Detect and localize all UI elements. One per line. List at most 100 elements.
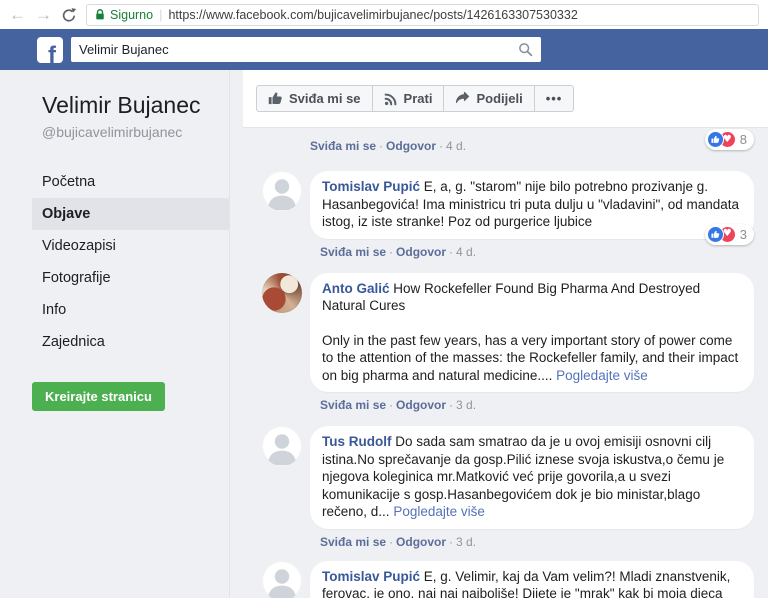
comment-text: Tomislav Pupić E, g. Velimir, kaj da Vam… (322, 569, 730, 598)
like-reaction-icon (707, 226, 724, 243)
see-more-link[interactable]: Pogledajte više (393, 504, 485, 519)
see-more-link[interactable]: Pogledajte više (556, 368, 648, 383)
comment-row: Anto Galić How Rockefeller Found Big Pha… (230, 273, 768, 415)
comment-row-partial: Sviđa mi se·Odgovor·4 d.♥8 (230, 138, 768, 155)
comment-like-link[interactable]: Sviđa mi se (320, 535, 386, 549)
like-reaction-icon (711, 135, 720, 144)
follow-button[interactable]: Prati (372, 85, 445, 112)
reaction-badge[interactable]: ♥3 (705, 224, 754, 245)
comment-timestamp: 3 d. (456, 535, 476, 549)
footer-separator: · (436, 139, 446, 153)
more-options-button[interactable]: ••• (534, 85, 575, 112)
facebook-header: f (0, 29, 768, 70)
comment-author[interactable]: Tomislav Pupić (322, 179, 420, 194)
reaction-count: 8 (740, 132, 747, 147)
footer-separator: · (376, 139, 386, 153)
comment-text: Anto Galić How Rockefeller Found Big Pha… (322, 281, 700, 314)
comment-reply-link[interactable]: Odgovor (396, 245, 446, 259)
page-handle: @bujicavelimirbujanec (0, 124, 229, 140)
comment-row: Tomislav Pupić E, g. Velimir, kaj da Vam… (230, 561, 768, 598)
sidebar-item-zajednica[interactable]: Zajednica (32, 326, 229, 358)
comment-timestamp: 4 d. (446, 139, 466, 153)
avatar[interactable] (262, 273, 302, 313)
comment-body: Tomislav Pupić E, a, g. "starom" nije bi… (310, 171, 754, 261)
comment-timestamp: 4 d. (456, 245, 476, 259)
like-button[interactable]: Sviđa mi se (256, 85, 373, 112)
comment-reply-link[interactable]: Odgovor (396, 535, 446, 549)
comment-like-link[interactable]: Sviđa mi se (320, 245, 386, 259)
default-avatar-icon (262, 561, 302, 598)
browser-toolbar: ← → Sigurno | https://www.facebook.com/b… (0, 0, 768, 29)
comment-text: Tomislav Pupić E, a, g. "starom" nije bi… (322, 179, 739, 229)
comment-row: Tus Rudolf Do sada sam smatrao da je u o… (230, 426, 768, 551)
footer-separator: · (446, 535, 456, 549)
comment-bubble: Tomislav Pupić E, g. Velimir, kaj da Vam… (310, 561, 754, 598)
sidebar-item-info[interactable]: Info (32, 294, 229, 326)
share-button[interactable]: Podijeli (443, 85, 534, 112)
footer-separator: · (386, 535, 396, 549)
address-bar[interactable]: Sigurno | https://www.facebook.com/bujic… (86, 4, 759, 26)
reload-icon[interactable] (61, 7, 77, 23)
comment-body: Anto Galić How Rockefeller Found Big Pha… (310, 273, 754, 415)
footer-separator: · (446, 245, 456, 259)
comment-reply-link[interactable]: Odgovor (396, 398, 446, 412)
avatar[interactable] (262, 171, 302, 211)
comment-like-link[interactable]: Sviđa mi se (320, 398, 386, 412)
comment-row: Tomislav Pupić E, a, g. "starom" nije bi… (230, 171, 768, 261)
comment-footer: Sviđa mi se·Odgovor·3 d. (320, 397, 754, 414)
comment-footer: Sviđa mi se·Odgovor·4 d. (310, 138, 466, 155)
comment-text-more: Only in the past few years, has a very i… (322, 332, 742, 385)
avatar[interactable] (262, 426, 302, 466)
comment-bubble: Tus Rudolf Do sada sam smatrao da je u o… (310, 426, 754, 529)
footer-separator: · (446, 398, 456, 412)
sidebar-item-videozapisi[interactable]: Videozapisi (32, 230, 229, 262)
sidebar-item-pocetna[interactable]: Početna (32, 166, 229, 198)
search-box (71, 37, 541, 62)
sidebar-nav: PočetnaObjaveVideozapisiFotografijeInfoZ… (0, 166, 229, 358)
comment-body: Tomislav Pupić E, g. Velimir, kaj da Vam… (310, 561, 754, 598)
main-column: Sviđa mi se Prati Podijeli ••• (230, 70, 768, 598)
comment-timestamp: 3 d. (456, 398, 476, 412)
comment-footer: Sviđa mi se·Odgovor·4 d. (320, 244, 754, 261)
facebook-logo-icon[interactable]: f (37, 37, 63, 63)
magnifier-icon (518, 42, 533, 57)
footer-separator: · (386, 245, 396, 259)
default-avatar-icon (262, 426, 302, 466)
comment-text: Tus Rudolf Do sada sam smatrao da je u o… (322, 434, 724, 519)
create-page-button[interactable]: Kreirajte stranicu (32, 382, 165, 411)
share-arrow-icon (455, 91, 470, 106)
default-avatar-icon (262, 171, 302, 211)
comments-section: Sviđa mi se·Odgovor·4 d.♥8Tomislav Pupić… (230, 128, 768, 598)
reaction-count: 3 (740, 227, 747, 242)
security-indicator[interactable]: Sigurno (95, 8, 153, 22)
omnibox-divider: | (159, 7, 162, 22)
comment-body: Tus Rudolf Do sada sam smatrao da je u o… (310, 426, 754, 551)
footer-separator: · (386, 398, 396, 412)
padlock-icon (95, 8, 105, 21)
comment-author[interactable]: Anto Galić (322, 281, 390, 296)
like-reaction-icon (707, 131, 724, 148)
sidebar-item-fotografije[interactable]: Fotografije (32, 262, 229, 294)
comment-reply-link[interactable]: Odgovor (386, 139, 436, 153)
comment-author[interactable]: Tomislav Pupić (322, 569, 420, 584)
back-icon[interactable]: ← (9, 6, 26, 23)
post-action-buttons: Sviđa mi se Prati Podijeli ••• (256, 85, 574, 112)
comment-author[interactable]: Tus Rudolf (322, 434, 391, 449)
ellipsis-icon: ••• (546, 91, 563, 106)
avatar[interactable] (262, 561, 302, 598)
comment-footer: Sviđa mi se·Odgovor·3 d. (320, 534, 754, 551)
post-actions-card: Sviđa mi se Prati Podijeli ••• (243, 70, 768, 128)
search-button[interactable] (509, 37, 541, 62)
url-text: https://www.facebook.com/bujicavelimirbu… (168, 8, 577, 22)
comment-bubble: Tomislav Pupić E, a, g. "starom" nije bi… (310, 171, 754, 239)
forward-icon[interactable]: → (35, 6, 52, 23)
page-title[interactable]: Velimir Bujanec (0, 92, 229, 119)
follow-rss-icon (384, 92, 398, 106)
comment-like-link[interactable]: Sviđa mi se (310, 139, 376, 153)
search-input[interactable] (71, 37, 509, 62)
reaction-badge[interactable]: ♥8 (705, 129, 754, 150)
security-label: Sigurno (110, 8, 153, 22)
sidebar: Velimir Bujanec @bujicavelimirbujanec Po… (0, 70, 230, 598)
comment-bubble: Anto Galić How Rockefeller Found Big Pha… (310, 273, 754, 393)
sidebar-item-objave[interactable]: Objave (32, 198, 229, 230)
